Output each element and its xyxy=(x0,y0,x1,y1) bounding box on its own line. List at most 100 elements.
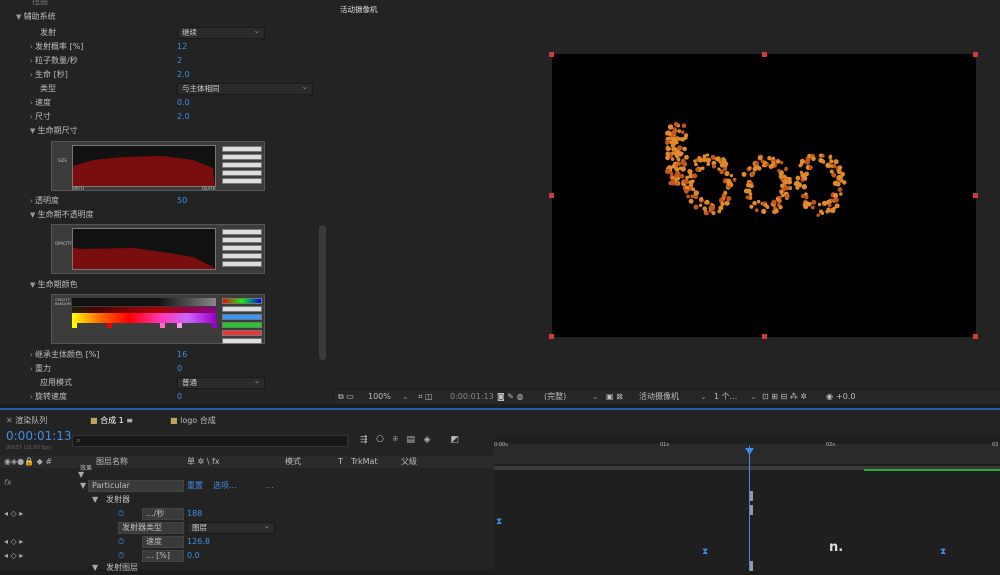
param-value[interactable]: 50 xyxy=(177,194,187,208)
zoom-select[interactable]: 100% xyxy=(368,390,391,404)
param-value[interactable]: 2.0 xyxy=(177,110,190,124)
param-value[interactable]: 0.0 xyxy=(177,96,190,110)
param-row[interactable]: › 速度 xyxy=(30,96,51,110)
param-value[interactable]: 0 xyxy=(177,362,182,376)
toggle-icons[interactable]: ⊡ ⊞ ⊟ ⁂ ✲ xyxy=(762,390,807,404)
color-stop-2[interactable] xyxy=(107,323,112,328)
timeline-row[interactable]: ◂ ◇ ▸ ⏱ 速度 126.8 xyxy=(0,535,494,549)
timeline-row[interactable]: ▼ Particular 重置 选项...... xyxy=(0,479,494,493)
timeline-track-area[interactable]: 0:00s 01s 02s 03 ⧗ ⧗ ⧗ n. xyxy=(494,436,1000,571)
time-ruler[interactable] xyxy=(494,444,1000,464)
param-dropdown[interactable]: 与主体相同 xyxy=(177,82,313,95)
region-icon[interactable]: ▣ ⊠ xyxy=(606,390,623,404)
param-row[interactable]: ▼ 生命期不透明度 xyxy=(30,208,94,222)
param-value[interactable]: 2 xyxy=(177,54,182,68)
layer-name[interactable]: Particular xyxy=(88,480,184,492)
emitter-type-dropdown[interactable]: 图层 xyxy=(187,521,275,534)
life-opacity-graph[interactable]: OPACITY xyxy=(51,224,265,274)
param-value[interactable]: 0 xyxy=(177,390,182,404)
particle xyxy=(724,200,730,206)
tab-comp-1[interactable]: ■ 合成 1 ≡ xyxy=(90,413,133,429)
layer-bar-2[interactable] xyxy=(750,505,753,515)
tab-logo-comp[interactable]: ■ logo 合成 xyxy=(170,413,216,429)
life-color-graph[interactable]: OPACITY RANDOM xyxy=(51,294,265,344)
keyframe-nav-icons[interactable]: ◂ ◇ ▸ xyxy=(4,507,23,521)
param-row[interactable]: › 继承主体颜色 [%] xyxy=(30,348,99,362)
color-presets[interactable] xyxy=(222,298,262,344)
opacity-presets[interactable] xyxy=(222,229,262,267)
effect-scrollbar[interactable] xyxy=(319,225,326,360)
resolution-select[interactable]: (完整) xyxy=(544,390,566,404)
grid-icon[interactable]: ⌗ ◫ xyxy=(418,390,433,404)
camera-select[interactable]: 活动摄像机 xyxy=(639,390,679,404)
handle-br[interactable] xyxy=(973,334,978,339)
views-select[interactable]: 1 个... xyxy=(714,390,737,404)
prop-value[interactable]: 188 xyxy=(187,507,202,521)
handle-tm[interactable] xyxy=(762,52,767,57)
keyframe-2[interactable]: ⧗ xyxy=(702,547,708,557)
param-row[interactable]: › 粒子数量/秒 xyxy=(30,54,78,68)
param-value[interactable]: 2.0 xyxy=(177,68,190,82)
param-row[interactable]: › 生命 [秒] xyxy=(30,68,68,82)
exposure-icon[interactable]: ◉ xyxy=(826,390,833,404)
param-row[interactable]: ▼ 生命期颜色 xyxy=(30,278,78,292)
expand-icon[interactable]: ▼ xyxy=(30,127,38,135)
param-row[interactable]: › 透明度 xyxy=(30,194,59,208)
layer-bar-1[interactable] xyxy=(750,491,753,501)
timeline-timecode[interactable]: 0:00:01:13 xyxy=(6,429,72,443)
param-row[interactable]: ▼ 生命期尺寸 xyxy=(30,124,78,138)
opacity-plot[interactable] xyxy=(72,228,216,270)
exposure-value[interactable]: +0.0 xyxy=(836,390,855,404)
keyframe-nav-icons[interactable]: ◂ ◇ ▸ xyxy=(4,535,23,549)
param-value[interactable]: 16 xyxy=(177,348,187,362)
section-aux-system[interactable]: ▼ 辅助系统 xyxy=(16,10,56,24)
stopwatch-icon[interactable]: ⏱ xyxy=(118,535,124,549)
color-stop-1[interactable] xyxy=(72,323,77,328)
keyframe-1[interactable]: ⧗ xyxy=(496,517,502,527)
param-row[interactable]: 类型 xyxy=(30,82,56,96)
param-row[interactable]: 应用模式 xyxy=(30,376,72,390)
param-row[interactable]: › 发射概率 [%] xyxy=(30,40,83,54)
stopwatch-icon[interactable]: ⏱ xyxy=(118,507,124,521)
more-link[interactable]: ... xyxy=(266,479,274,493)
size-plot[interactable] xyxy=(72,145,216,187)
timeline-tools-icons[interactable]: ⇶ ⎔ ⍟ ▤ ◈ ◩ xyxy=(360,435,459,445)
handle-tr[interactable] xyxy=(973,52,978,57)
color-stop-4[interactable] xyxy=(177,323,182,328)
camera-icon[interactable]: ◙ ✎ ◍ xyxy=(497,390,524,404)
prop-value[interactable]: 126.8 xyxy=(187,535,210,549)
param-label: 生命期不透明度 xyxy=(37,210,94,219)
viewer-canvas[interactable] xyxy=(552,54,976,337)
color-stop-3[interactable] xyxy=(160,323,165,328)
graph-presets[interactable] xyxy=(222,146,262,184)
param-row[interactable]: 发射 xyxy=(30,26,56,40)
layer-search-input[interactable]: ⌕ xyxy=(72,435,348,447)
expand-icon[interactable]: ▼ xyxy=(30,281,38,289)
param-row[interactable]: › 尺寸 xyxy=(30,110,51,124)
handle-tl[interactable] xyxy=(549,52,554,57)
options-link[interactable]: 选项... xyxy=(213,479,237,493)
snapshot-icon[interactable]: ⧉ ▭ xyxy=(338,390,354,404)
timeline-row[interactable]: ◂ ◇ ▸ ⏱ .../秒 188 xyxy=(0,507,494,521)
layer-bar-3[interactable] xyxy=(750,561,753,571)
layer-duration-bar[interactable] xyxy=(864,469,1000,471)
handle-ml[interactable] xyxy=(549,193,554,198)
timeline-row[interactable]: ▼ 发射器 xyxy=(0,493,494,507)
keyframe-3[interactable]: ⧗ xyxy=(940,547,946,557)
handle-mr[interactable] xyxy=(973,193,978,198)
timeline-row[interactable]: ▼ 发射图层 xyxy=(0,561,494,575)
handle-bl[interactable] xyxy=(549,334,554,339)
timeline-row[interactable]: 发射器类型 图层 xyxy=(0,521,494,535)
color-stop-5[interactable] xyxy=(212,323,217,328)
handle-bm[interactable] xyxy=(762,334,767,339)
viewer-timecode[interactable]: 0:00:01:13 xyxy=(450,390,494,404)
param-dropdown[interactable]: 继续 xyxy=(177,26,265,39)
param-row[interactable]: › 重力 xyxy=(30,362,51,376)
tab-render-queue[interactable]: ✕ 渲染队列 xyxy=(6,413,47,429)
reset-link[interactable]: 重置 xyxy=(187,479,203,493)
param-value[interactable]: 12 xyxy=(177,40,187,54)
param-dropdown[interactable]: 普通 xyxy=(177,376,265,389)
param-row[interactable]: › 旋转速度 xyxy=(30,390,67,404)
life-size-graph[interactable]: SIZE BIRTH DEATH xyxy=(51,141,265,191)
expand-icon[interactable]: ▼ xyxy=(30,211,38,219)
